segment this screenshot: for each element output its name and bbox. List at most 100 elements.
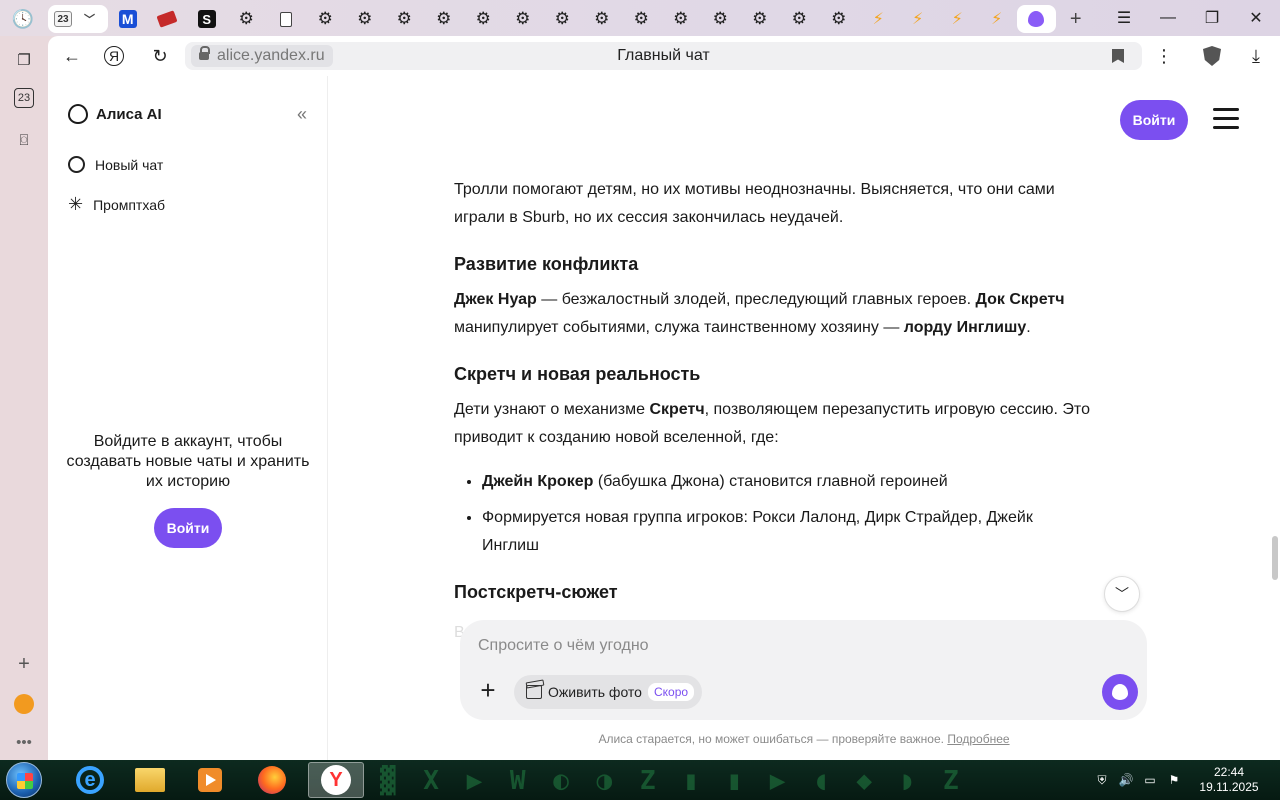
mail-icon[interactable] (12, 692, 36, 716)
tab-6[interactable]: ⚙ (306, 5, 346, 33)
add-icon[interactable]: + (12, 652, 36, 676)
hamburger-menu-icon[interactable] (1213, 108, 1239, 130)
tab-4[interactable]: ⚙ (227, 5, 267, 33)
scrollbar[interactable] (1272, 536, 1278, 580)
tab-22[interactable]: ⚡ (938, 5, 978, 33)
camera-icon[interactable]: ⌼ (12, 128, 36, 152)
alice-voice-button[interactable] (1102, 674, 1138, 710)
chevron-down-icon[interactable]: ﹀ (84, 11, 95, 27)
taskbar-yandex-browser[interactable]: Y (308, 762, 364, 798)
gear-icon: ⚙ (594, 9, 610, 28)
bolt-icon: ⚡ (991, 11, 1003, 28)
security-tray-icon[interactable]: ⛨ (1094, 772, 1110, 788)
tab-10[interactable]: ⚙ (464, 5, 504, 33)
list-item: Джейн Крокер (бабушка Джона) становится … (482, 468, 1094, 496)
more-vertical-icon[interactable]: ⋮ (1152, 44, 1176, 68)
history-icon[interactable]: 🕓 (10, 6, 36, 32)
tab-7[interactable]: ⚙ (345, 5, 385, 33)
tab-14[interactable]: ⚙ (622, 5, 662, 33)
start-button[interactable] (6, 762, 42, 798)
soon-badge: Скоро (647, 683, 695, 701)
gear-icon: ⚙ (357, 9, 373, 28)
clock-time: 22:44 (1213, 765, 1245, 779)
tab-bar: 🕓 23 ﹀ M S ⚙ ⚙ ⚙ ⚙ ⚙ ⚙ ⚙ ⚙ ⚙ ⚙ ⚙ ⚙ ⚙ ⚙ ⚙ ⚡ ⚡ ⚡ ⚡ + ☰ — ❐ ✕ (0, 0, 1280, 36)
clock[interactable]: 22:44 19.11.2025 (1194, 765, 1264, 795)
collections-icon[interactable]: ❐ (12, 48, 36, 72)
gear-icon: ⚙ (554, 9, 570, 28)
gear-icon: ⚙ (712, 9, 728, 28)
revive-photo-button[interactable]: Оживить фото Скоро (514, 675, 703, 709)
clock-date: 19.11.2025 (1199, 780, 1259, 794)
yandex-browser-icon: Y (321, 765, 351, 795)
display-icon[interactable]: ▭ (1142, 772, 1158, 788)
tab-2[interactable] (148, 5, 188, 33)
protect-shield-icon[interactable] (1200, 44, 1224, 68)
bolt-icon: ⚡ (951, 11, 963, 28)
alice-icon (1112, 684, 1128, 700)
tab-15[interactable]: ⚙ (661, 5, 701, 33)
tab-20[interactable]: ⚡ (859, 5, 899, 33)
sidebar-login-button[interactable]: Войти (154, 508, 222, 548)
revive-photo-label: Оживить фото (548, 684, 642, 700)
tab-13[interactable]: ⚙ (582, 5, 622, 33)
more-info-link[interactable]: Подробнее (947, 732, 1009, 746)
ask-input[interactable] (478, 634, 1078, 658)
attach-plus-button[interactable]: + (476, 675, 500, 705)
download-icon[interactable]: ⤓ (1244, 44, 1268, 68)
sidebar-item-label: Промптхаб (93, 196, 165, 213)
header-login-button[interactable]: Войти (1120, 100, 1188, 140)
sidebar-item-new-chat[interactable]: Новый чат (68, 156, 163, 173)
tab-21[interactable]: ⚡ (898, 5, 938, 33)
tab-23[interactable]: ⚡ (977, 5, 1017, 33)
calendar-icon[interactable]: 23 (14, 88, 34, 108)
red-tag-icon (156, 10, 178, 28)
more-icon[interactable]: ••• (12, 730, 36, 754)
volume-icon[interactable]: 🔊 (1118, 772, 1134, 788)
tab-19[interactable]: ⚙ (819, 5, 859, 33)
firefox-icon (258, 766, 286, 794)
tab-24[interactable] (1016, 5, 1056, 33)
collapse-sidebar-icon[interactable]: « (297, 104, 307, 125)
tab-17[interactable]: ⚙ (740, 5, 780, 33)
login-prompt: Войдите в аккаунт, чтобы создавать новые… (66, 433, 310, 490)
back-button[interactable]: ← (60, 44, 84, 68)
gear-icon: ⚙ (436, 9, 452, 28)
taskbar-explorer[interactable] (122, 762, 178, 798)
tab-9[interactable]: ⚙ (424, 5, 464, 33)
tab-3[interactable]: S (187, 5, 227, 33)
taskbar-media-player[interactable] (182, 762, 238, 798)
taskbar-ie[interactable]: e (62, 762, 118, 798)
bolt-icon: ⚡ (912, 11, 924, 28)
tab-calendar[interactable]: 23 ﹀ (48, 5, 108, 33)
bullet-list: Джейн Крокер (бабушка Джона) становится … (482, 468, 1094, 560)
network-icon[interactable]: ⚑ (1166, 772, 1182, 788)
minimize-button[interactable]: — (1150, 4, 1186, 32)
sparkle-icon: ✳ (68, 194, 84, 214)
scroll-down-button[interactable]: ﹀ (1104, 576, 1140, 612)
browser-side-rail: ❐ 23 ⌼ + ••• (0, 36, 48, 760)
tab-18[interactable]: ⚙ (780, 5, 820, 33)
new-tab-button[interactable]: + (1056, 5, 1096, 33)
close-button[interactable]: ✕ (1238, 4, 1274, 32)
brand[interactable]: Алиса AI (68, 104, 162, 124)
sidebar-item-prompthub[interactable]: ✳ Промптхаб (68, 194, 165, 214)
tab-1[interactable]: M (108, 5, 148, 33)
media-player-icon (198, 768, 222, 792)
tab-5[interactable] (266, 5, 306, 33)
address-bar: ← Я ↻ alice.yandex.ru Главный чат ⋮ ⤓ (48, 36, 1280, 76)
reload-button[interactable]: ↻ (148, 44, 172, 68)
assistant-message: Тролли помогают детям, но их мотивы неод… (454, 176, 1094, 614)
gear-icon: ⚙ (831, 9, 847, 28)
taskbar: ▓ X ▶ W ◐ ◑ Z ▮ ▮ ▶ ◖ ◆ ◗ Z e Y ⛨ 🔊 ▭ ⚑ … (0, 760, 1280, 800)
yandex-icon[interactable]: Я (104, 46, 124, 66)
tab-8[interactable]: ⚙ (385, 5, 425, 33)
tab-12[interactable]: ⚙ (543, 5, 583, 33)
gear-icon: ⚙ (317, 9, 333, 28)
taskbar-firefox[interactable] (244, 762, 300, 798)
gear-icon: ⚙ (396, 9, 412, 28)
restore-button[interactable]: ❐ (1194, 4, 1230, 32)
menu-icon[interactable]: ☰ (1106, 4, 1142, 32)
tab-16[interactable]: ⚙ (701, 5, 741, 33)
url-box[interactable]: alice.yandex.ru Главный чат (185, 42, 1142, 70)
tab-11[interactable]: ⚙ (503, 5, 543, 33)
